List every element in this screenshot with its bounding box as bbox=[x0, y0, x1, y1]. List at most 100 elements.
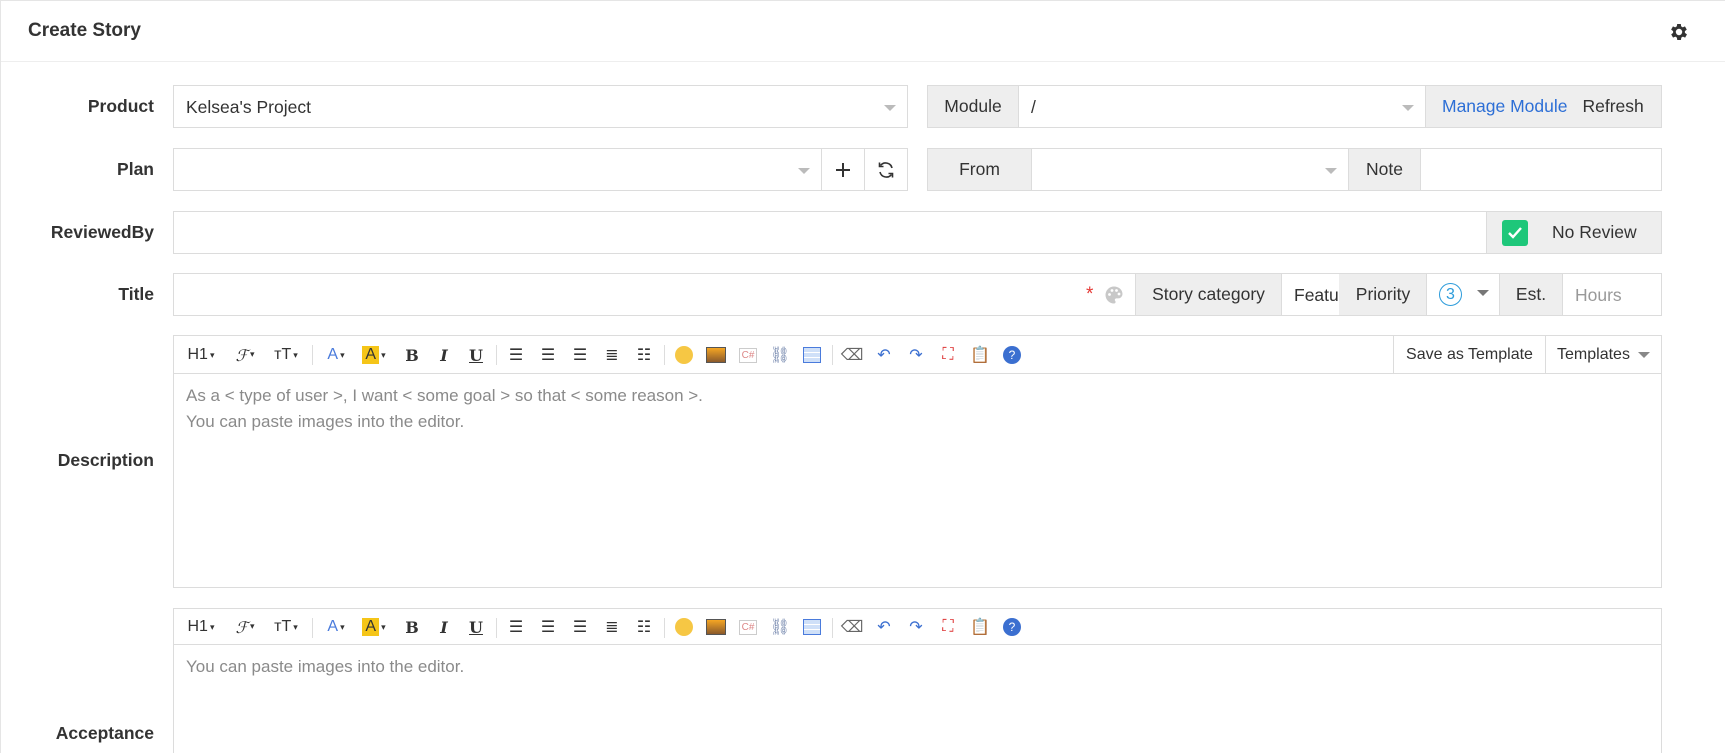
reviewed-by-input[interactable] bbox=[173, 211, 1487, 254]
module-actions: Manage Module Refresh bbox=[1425, 85, 1662, 128]
emoji-icon[interactable] bbox=[672, 344, 696, 366]
font-color-icon[interactable]: A ▾ bbox=[322, 344, 350, 366]
align-center-icon[interactable]: ☰ bbox=[536, 344, 560, 366]
font-color-icon[interactable]: A ▾ bbox=[322, 616, 350, 638]
templates-dropdown[interactable]: Templates bbox=[1545, 336, 1661, 373]
font-size-button[interactable]: тT ▾ bbox=[270, 616, 302, 638]
font-family-button[interactable]: ℱ ▾ bbox=[230, 616, 260, 638]
chevron-down-icon bbox=[798, 168, 810, 174]
hours-input[interactable]: Hours bbox=[1562, 273, 1662, 316]
est-addon: Est. bbox=[1499, 273, 1563, 316]
chevron-down-icon bbox=[1402, 105, 1414, 111]
align-right-icon[interactable]: ☰ bbox=[568, 344, 592, 366]
eraser-icon[interactable]: ⌫ bbox=[840, 344, 864, 366]
chevron-down-icon bbox=[1325, 168, 1337, 174]
redo-icon[interactable]: ↷ bbox=[904, 344, 928, 366]
from-select[interactable] bbox=[1031, 148, 1349, 191]
module-value: / bbox=[1031, 97, 1036, 117]
story-category-select[interactable]: Featu bbox=[1281, 273, 1341, 316]
acceptance-editor[interactable]: H1 ▾ ℱ ▾ тT ▾ A ▾ A ▾ B I U ☰ ☰ ☰ ≣ ☷ C# ⛓ ⌫ … bbox=[173, 608, 1662, 753]
italic-icon[interactable]: I bbox=[432, 616, 456, 638]
title-input[interactable]: * bbox=[173, 273, 1136, 316]
highlight-color-icon[interactable]: A ▾ bbox=[358, 616, 390, 638]
story-category-value: Featu bbox=[1294, 285, 1339, 305]
bold-icon[interactable]: B bbox=[400, 344, 424, 366]
ordered-list-icon[interactable]: ≣ bbox=[600, 344, 624, 366]
from-addon: From bbox=[927, 148, 1032, 191]
italic-icon[interactable]: I bbox=[432, 344, 456, 366]
image-icon[interactable] bbox=[704, 616, 728, 638]
ordered-list-icon[interactable]: ≣ bbox=[600, 616, 624, 638]
plus-icon bbox=[836, 162, 850, 177]
acceptance-label: Acceptance bbox=[55, 723, 154, 743]
product-select[interactable]: Kelsea's Project bbox=[173, 85, 908, 128]
chevron-down-icon bbox=[884, 105, 896, 111]
undo-icon[interactable]: ↶ bbox=[872, 616, 896, 638]
align-center-icon[interactable]: ☰ bbox=[536, 616, 560, 638]
description-placeholder: As a < type of user >, I want < some goa… bbox=[186, 386, 703, 431]
no-review-label: No Review bbox=[1552, 222, 1637, 242]
heading-button[interactable]: H1 ▾ bbox=[184, 344, 218, 366]
table-icon[interactable] bbox=[800, 616, 824, 638]
module-select[interactable]: / bbox=[1018, 85, 1426, 128]
priority-addon: Priority bbox=[1339, 273, 1427, 316]
page-title: Create Story bbox=[28, 20, 141, 41]
bold-icon[interactable]: B bbox=[400, 616, 424, 638]
undo-icon[interactable]: ↶ bbox=[872, 344, 896, 366]
plan-select[interactable] bbox=[173, 148, 822, 191]
note-input[interactable] bbox=[1420, 148, 1662, 191]
emoji-icon[interactable] bbox=[672, 616, 696, 638]
description-editor[interactable]: H1 ▾ ℱ ▾ тT ▾ A ▾ A ▾ B I U ☰ ☰ ☰ ≣ ☷ C# ⛓ ⌫ … bbox=[173, 335, 1662, 588]
font-family-button[interactable]: ℱ ▾ bbox=[230, 344, 260, 366]
paste-icon[interactable]: 📋 bbox=[968, 616, 992, 638]
help-icon[interactable]: ? bbox=[1000, 616, 1024, 638]
link-icon[interactable]: ⛓ bbox=[768, 616, 792, 638]
unordered-list-icon[interactable]: ☷ bbox=[632, 344, 656, 366]
description-toolbar: H1 ▾ ℱ ▾ тT ▾ A ▾ A ▾ B I U ☰ ☰ ☰ ≣ ☷ C# ⛓ ⌫ … bbox=[174, 336, 1661, 374]
palette-icon[interactable] bbox=[1104, 285, 1124, 305]
title-label: Title bbox=[118, 284, 154, 304]
panel-header: Create Story bbox=[1, 1, 1725, 62]
code-icon[interactable]: C# bbox=[736, 616, 760, 638]
unordered-list-icon[interactable]: ☷ bbox=[632, 616, 656, 638]
align-right-icon[interactable]: ☰ bbox=[568, 616, 592, 638]
eraser-icon[interactable]: ⌫ bbox=[840, 616, 864, 638]
image-icon[interactable] bbox=[704, 344, 728, 366]
product-value: Kelsea's Project bbox=[186, 97, 311, 117]
check-icon[interactable] bbox=[1502, 219, 1528, 246]
highlight-color-icon[interactable]: A ▾ bbox=[358, 344, 390, 366]
align-left-icon[interactable]: ☰ bbox=[504, 616, 528, 638]
underline-icon[interactable]: U bbox=[464, 616, 488, 638]
reviewed-by-label: ReviewedBy bbox=[50, 222, 154, 242]
code-icon[interactable]: C# bbox=[736, 344, 760, 366]
align-left-icon[interactable]: ☰ bbox=[504, 344, 528, 366]
table-icon[interactable] bbox=[800, 344, 824, 366]
module-addon: Module bbox=[927, 85, 1019, 128]
paste-icon[interactable]: 📋 bbox=[968, 344, 992, 366]
heading-button[interactable]: H1 ▾ bbox=[184, 616, 218, 638]
fullscreen-icon[interactable]: ⛶ bbox=[936, 616, 960, 638]
refresh-icon bbox=[878, 161, 894, 178]
required-mark: * bbox=[1086, 284, 1094, 305]
story-category-addon: Story category bbox=[1135, 273, 1282, 316]
create-story-panel: Create Story Product Kelsea's Project Mo… bbox=[0, 0, 1725, 753]
redo-icon[interactable]: ↷ bbox=[904, 616, 928, 638]
manage-module-link[interactable]: Manage Module bbox=[1442, 96, 1568, 117]
underline-icon[interactable]: U bbox=[464, 344, 488, 366]
add-plan-button[interactable] bbox=[821, 148, 865, 191]
note-addon: Note bbox=[1348, 148, 1421, 191]
refresh-plan-button[interactable] bbox=[864, 148, 908, 191]
help-icon[interactable]: ? bbox=[1000, 344, 1024, 366]
priority-select[interactable]: 3 bbox=[1426, 273, 1500, 316]
priority-value: 3 bbox=[1439, 283, 1462, 306]
font-size-button[interactable]: тT ▾ bbox=[270, 344, 302, 366]
chevron-down-icon bbox=[1477, 290, 1489, 296]
fullscreen-icon[interactable]: ⛶ bbox=[936, 344, 960, 366]
gear-icon[interactable] bbox=[1668, 21, 1690, 43]
link-icon[interactable]: ⛓ bbox=[768, 344, 792, 366]
refresh-module-link[interactable]: Refresh bbox=[1583, 96, 1644, 117]
description-label: Description bbox=[57, 450, 154, 470]
no-review-toggle[interactable]: No Review bbox=[1486, 211, 1662, 254]
plan-label: Plan bbox=[117, 159, 154, 179]
save-as-template-button[interactable]: Save as Template bbox=[1393, 336, 1545, 373]
